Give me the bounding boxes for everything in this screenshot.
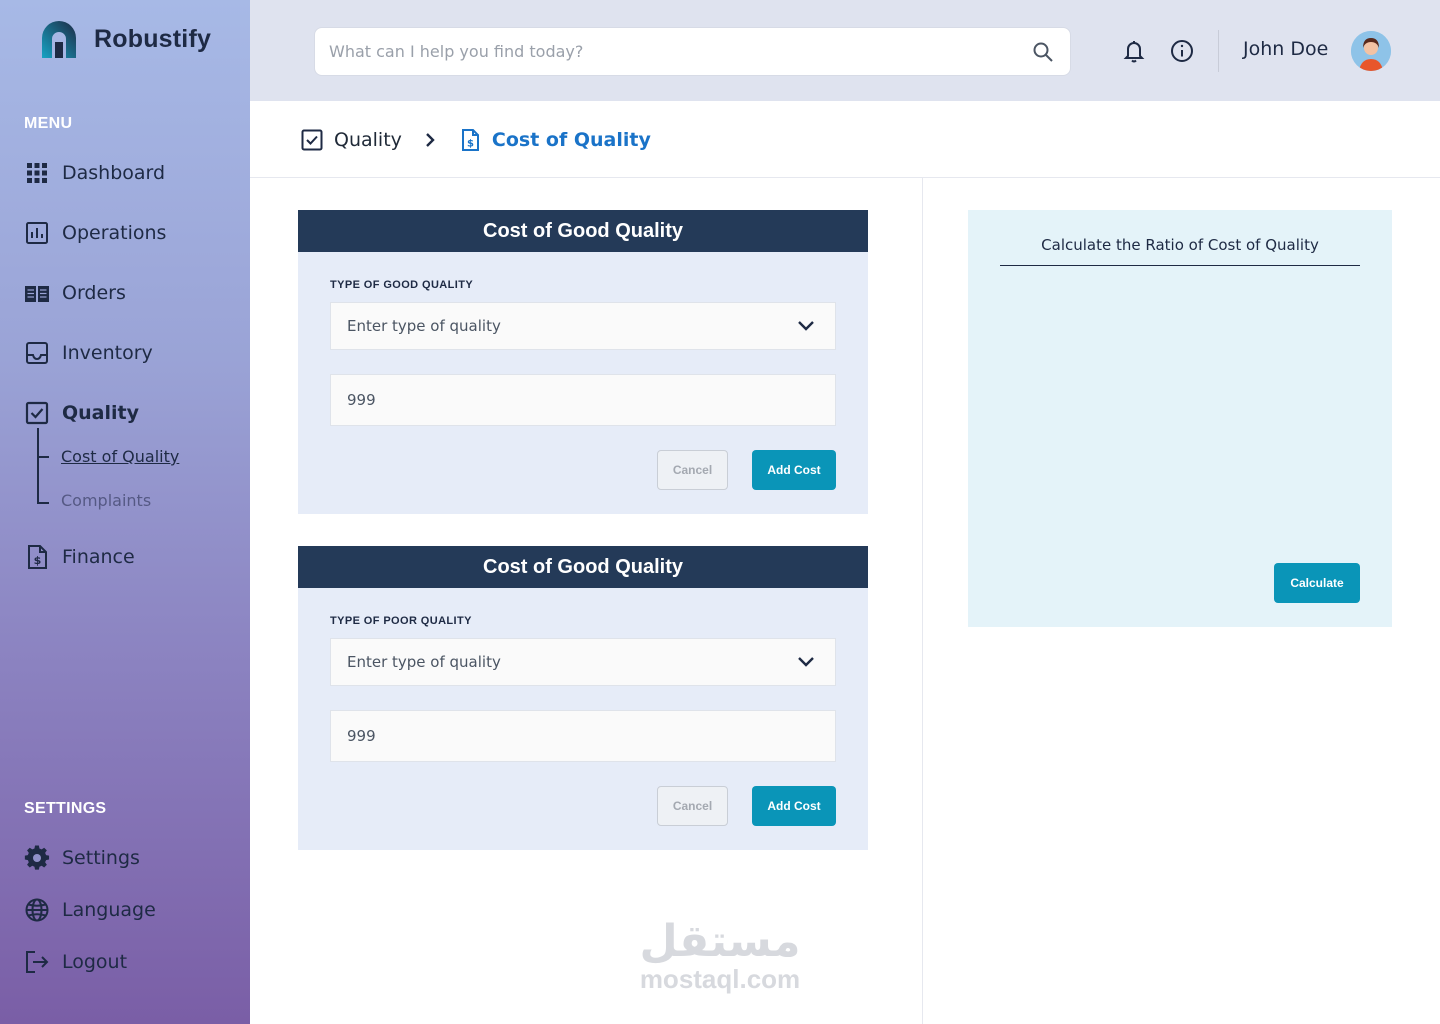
breadcrumb-parent-label: Quality	[334, 129, 402, 151]
ratio-title: Calculate the Ratio of Cost of Quality	[1041, 236, 1319, 254]
user-avatar-icon	[1351, 31, 1391, 71]
sidebar-item-language[interactable]: Language	[24, 895, 156, 925]
card-title: Cost of Good Quality	[298, 210, 868, 252]
cost-amount-input[interactable]: 999	[330, 374, 836, 426]
sidebar-item-dashboard[interactable]: Dashboard	[24, 158, 165, 188]
sidebar-item-finance[interactable]: $ Finance	[24, 542, 135, 572]
add-cost-button[interactable]: Add Cost	[752, 450, 836, 490]
sidebar-item-label: Orders	[62, 282, 126, 304]
topbar: John Doe	[250, 0, 1440, 101]
breadcrumb: Quality $ Cost of Quality	[300, 124, 651, 156]
breadcrumb-cost-of-quality: $ Cost of Quality	[458, 128, 651, 152]
svg-text:$: $	[467, 139, 474, 150]
cancel-button[interactable]: Cancel	[657, 450, 728, 490]
quality-type-select[interactable]: Enter type of quality	[330, 302, 836, 350]
card-title: Cost of Good Quality	[298, 546, 868, 588]
search-bar	[314, 27, 1071, 76]
avatar[interactable]	[1351, 31, 1391, 71]
sidebar-subitem-complaints[interactable]: Complaints	[61, 491, 151, 510]
calculate-button[interactable]: Calculate	[1274, 563, 1360, 603]
cancel-button[interactable]: Cancel	[657, 786, 728, 826]
field-label: TYPE OF GOOD QUALITY	[330, 279, 474, 291]
sidebar: Robustify MENU Dashboard Operations Orde…	[0, 0, 250, 1024]
brand-logo-icon	[42, 21, 76, 58]
sidebar-item-quality[interactable]: Quality	[24, 398, 139, 428]
book-icon	[25, 286, 49, 302]
search-icon[interactable]	[1032, 41, 1054, 63]
user-name[interactable]: John Doe	[1243, 38, 1328, 60]
chart-icon	[26, 222, 48, 244]
info-icon[interactable]	[1169, 38, 1195, 64]
gear-icon	[24, 845, 50, 870]
sidebar-item-logout[interactable]: Logout	[24, 947, 127, 977]
sidebar-item-orders[interactable]: Orders	[24, 278, 126, 308]
watermark-latin: mostaql.com	[639, 964, 801, 994]
sidebar-item-operations[interactable]: Operations	[24, 218, 166, 248]
cost-card-good-quality: Cost of Good Quality TYPE OF GOOD QUALIT…	[298, 210, 868, 514]
select-placeholder: Enter type of quality	[347, 653, 501, 671]
inbox-icon	[26, 342, 48, 364]
sidebar-subitem-cost-of-quality[interactable]: Cost of Quality	[61, 447, 179, 466]
chevron-right-icon	[426, 133, 435, 147]
invoice-icon: $	[461, 129, 479, 151]
submenu-tree-branch	[37, 502, 49, 504]
submenu-tree-branch	[37, 456, 49, 458]
content-divider-vertical	[922, 178, 923, 1024]
field-label: TYPE OF POOR QUALITY	[330, 615, 472, 627]
checkbox-icon	[301, 129, 323, 151]
watermark-arabic: مستقل	[639, 916, 801, 967]
sidebar-item-label: Quality	[62, 402, 139, 424]
logout-icon	[26, 951, 49, 973]
grid-icon	[27, 163, 47, 183]
brand-name: Robustify	[94, 24, 212, 53]
topbar-divider	[1218, 30, 1219, 72]
checkbox-icon	[25, 401, 49, 425]
globe-icon	[25, 898, 49, 922]
sidebar-item-label: Settings	[62, 847, 140, 869]
add-cost-button[interactable]: Add Cost	[752, 786, 836, 826]
sidebar-item-label: Finance	[62, 546, 135, 568]
ratio-panel: Calculate the Ratio of Cost of Quality C…	[968, 210, 1392, 627]
breadcrumb-quality[interactable]: Quality	[300, 128, 402, 152]
quality-type-select[interactable]: Enter type of quality	[330, 638, 836, 686]
invoice-icon: $	[28, 545, 47, 569]
search-input[interactable]	[329, 28, 1019, 75]
breadcrumb-current-label: Cost of Quality	[491, 129, 651, 151]
ratio-title-underline	[1000, 265, 1360, 266]
sidebar-item-label: Language	[62, 899, 156, 921]
settings-heading: SETTINGS	[24, 800, 107, 817]
sidebar-item-label: Operations	[62, 222, 167, 244]
sidebar-item-settings[interactable]: Settings	[24, 843, 140, 873]
cost-amount-input[interactable]: 999	[330, 710, 836, 762]
brand[interactable]: Robustify	[38, 18, 211, 60]
submenu-tree-line	[37, 428, 39, 504]
cost-card-poor-quality: Cost of Good Quality TYPE OF POOR QUALIT…	[298, 546, 868, 850]
watermark: مستقل mostaql.com	[630, 916, 810, 994]
sidebar-item-label: Logout	[62, 951, 128, 973]
sidebar-item-inventory[interactable]: Inventory	[24, 338, 153, 368]
amount-placeholder: 999	[347, 391, 376, 409]
amount-placeholder: 999	[347, 727, 376, 745]
menu-heading: MENU	[24, 115, 73, 132]
chevron-down-icon	[798, 657, 814, 667]
content-divider-horizontal	[250, 177, 1440, 178]
bell-icon[interactable]	[1121, 38, 1147, 64]
select-placeholder: Enter type of quality	[347, 317, 501, 335]
sidebar-item-label: Inventory	[62, 342, 153, 364]
chevron-down-icon	[798, 321, 814, 331]
svg-text:$: $	[34, 554, 42, 567]
sidebar-item-label: Dashboard	[62, 162, 166, 184]
